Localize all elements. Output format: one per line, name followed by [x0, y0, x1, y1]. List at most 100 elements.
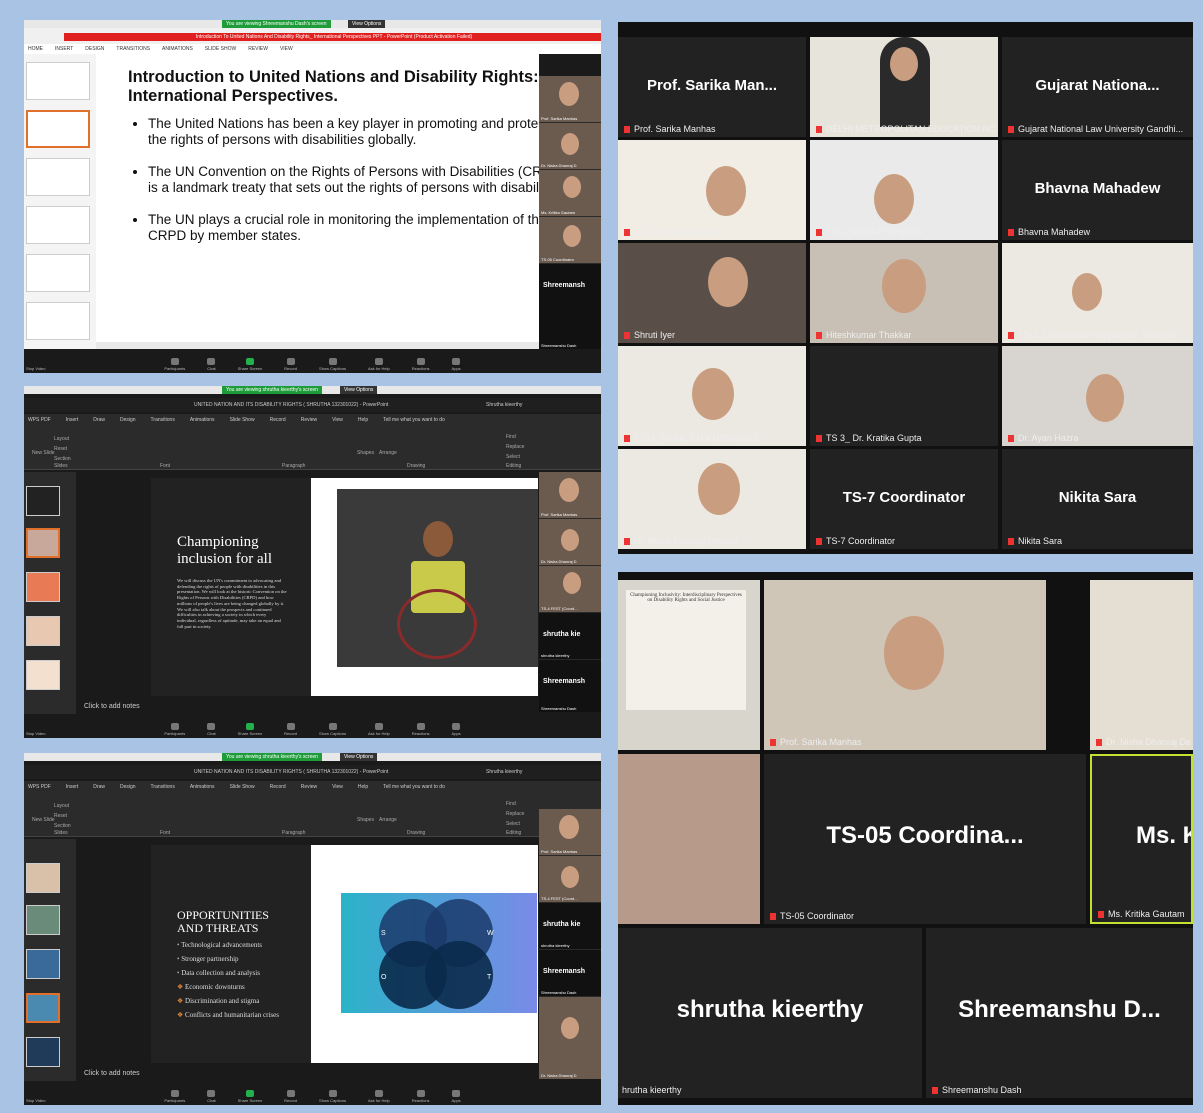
- tab-view[interactable]: VIEW: [280, 44, 293, 54]
- video-tile[interactable]: Shreemansh Shreemanshu Dash: [539, 264, 601, 349]
- tell-me-input[interactable]: Tell me what you want to do: [383, 417, 445, 423]
- tab-animations[interactable]: ANIMATIONS: [162, 44, 193, 54]
- tab-draw[interactable]: Draw: [93, 784, 105, 790]
- help-button[interactable]: Ask for Help: [368, 358, 390, 371]
- tell-me-input[interactable]: Tell me what you want to do: [383, 784, 445, 790]
- video-tile[interactable]: Prof. Sarika Man... Prof. Sarika Manhas: [618, 37, 806, 137]
- tab-insert[interactable]: Insert: [66, 417, 79, 423]
- video-tile[interactable]: Hiteshkumar Thakkar: [810, 243, 998, 343]
- slide-thumbnail[interactable]: [26, 302, 90, 340]
- video-tile[interactable]: Dr. Nisha Dhanraj Dewani: [618, 449, 806, 549]
- video-tile[interactable]: shrutha kie shrutha kieerthy: [539, 613, 601, 659]
- slide-thumbnail[interactable]: [26, 62, 90, 100]
- slide-thumbnail[interactable]: [26, 1037, 60, 1067]
- new-slide-button[interactable]: New Slide: [32, 817, 55, 823]
- tab-review[interactable]: Review: [301, 417, 317, 423]
- record-button[interactable]: Record: [284, 723, 297, 736]
- chat-button[interactable]: Chat: [207, 1090, 216, 1103]
- view-options-button[interactable]: View Options: [348, 20, 386, 28]
- tab-help[interactable]: Help: [358, 784, 368, 790]
- section-button[interactable]: Section: [54, 823, 71, 829]
- video-tile[interactable]: Shreemansh Shreemanshu Dash: [539, 660, 601, 712]
- stop-video-button[interactable]: Stop Video: [26, 731, 46, 736]
- video-tile[interactable]: TS-05 Coordinator: [539, 217, 601, 263]
- tab-design[interactable]: Design: [120, 784, 136, 790]
- tab-animations[interactable]: Animations: [190, 417, 215, 423]
- video-tile[interactable]: TS-7 Coordinator TS-7 Coordinator: [810, 449, 998, 549]
- video-tile[interactable]: Prof. Sarika Manhas: [764, 580, 1046, 750]
- chat-button[interactable]: Chat: [207, 723, 216, 736]
- video-tile[interactable]: Bhavna Mahadew Bhavna Mahadew: [1002, 140, 1193, 240]
- tab-review[interactable]: Review: [301, 784, 317, 790]
- video-tile[interactable]: Prof. Sarika Manhas: [539, 76, 601, 122]
- video-tile[interactable]: Nikita Sara Nikita Sara: [1002, 449, 1193, 549]
- video-tile[interactable]: TS 3_ Dr. Kratika Gupta: [810, 346, 998, 446]
- video-tile[interactable]: TS-4_Coordinator/Rapporteur_Saransh...: [1002, 243, 1193, 343]
- tab-review[interactable]: REVIEW: [248, 44, 268, 54]
- video-tile[interactable]: Dr. Ayan Hazra: [1002, 346, 1193, 446]
- participants-button[interactable]: Participants: [164, 358, 185, 371]
- tab-animations[interactable]: Animations: [190, 784, 215, 790]
- share-screen-button[interactable]: Share Screen: [238, 1090, 262, 1103]
- slide-thumbnail[interactable]: [26, 158, 90, 196]
- select-button[interactable]: Select: [506, 454, 520, 460]
- arrange-button[interactable]: Arrange: [379, 817, 397, 823]
- select-button[interactable]: Select: [506, 821, 520, 827]
- slide-thumbnail[interactable]: [26, 206, 90, 244]
- participants-button[interactable]: Participants: [164, 1090, 185, 1103]
- tab-draw[interactable]: Draw: [93, 417, 105, 423]
- slide-thumbnail[interactable]: [26, 486, 60, 516]
- tab-record[interactable]: Record: [270, 784, 286, 790]
- video-tile[interactable]: shrutha kie shrutha kieerthy: [539, 903, 601, 949]
- tab-insert[interactable]: INSERT: [55, 44, 73, 54]
- video-tile[interactable]: Championing Inclusivity: Interdisciplina…: [618, 580, 760, 750]
- tab-view[interactable]: View: [332, 784, 343, 790]
- participants-button[interactable]: Participants: [164, 723, 185, 736]
- video-tile[interactable]: Dr. Nisha Dhanraj D: [539, 997, 601, 1079]
- video-tile[interactable]: Shreemansh Shreemanshu Dash: [539, 950, 601, 996]
- record-button[interactable]: Record: [284, 358, 297, 371]
- slide-thumbnail[interactable]: [26, 863, 60, 893]
- tab-design[interactable]: DESIGN: [85, 44, 104, 54]
- new-slide-button[interactable]: New Slide: [32, 450, 55, 456]
- video-tile[interactable]: Shreemanshu D... Shreemanshu Dash: [926, 928, 1193, 1098]
- video-tile[interactable]: Shruti Iyer: [618, 243, 806, 343]
- view-options-button[interactable]: View Options: [340, 753, 378, 761]
- video-tile[interactable]: TS11_Mrittika Sengupta: [810, 140, 998, 240]
- tab-transitions[interactable]: Transitions: [151, 417, 175, 423]
- tab-transitions[interactable]: TRANSITIONS: [116, 44, 150, 54]
- slide-thumbnail[interactable]: [26, 528, 60, 558]
- tab-design[interactable]: Design: [120, 417, 136, 423]
- replace-button[interactable]: Replace: [506, 444, 524, 450]
- stop-video-button[interactable]: Stop Video: [26, 366, 46, 371]
- help-button[interactable]: Ask for Help: [368, 1090, 390, 1103]
- view-options-button[interactable]: View Options: [340, 386, 378, 394]
- video-tile[interactable]: TS-4 FEST (Coord...: [539, 856, 601, 902]
- video-tile[interactable]: Ms. Kritika Gautam: [539, 170, 601, 216]
- tab-record[interactable]: Record: [270, 417, 286, 423]
- notes-pane[interactable]: Click to add notes: [76, 1065, 538, 1079]
- arrange-button[interactable]: Arrange: [379, 450, 397, 456]
- slide-thumbnail[interactable]: [26, 254, 90, 292]
- captions-button[interactable]: Show Captions: [319, 1090, 346, 1103]
- find-button[interactable]: Find: [506, 434, 516, 440]
- video-tile[interactable]: Prof. Sarika Manhas: [539, 472, 601, 518]
- slide-thumbnail[interactable]: [26, 949, 60, 979]
- share-screen-button[interactable]: Share Screen: [238, 723, 262, 736]
- reactions-button[interactable]: Reactions: [412, 1090, 430, 1103]
- apps-button[interactable]: Apps: [452, 1090, 461, 1103]
- slide-thumbnail[interactable]: [26, 110, 90, 148]
- tab-slide-show[interactable]: Slide Show: [230, 784, 255, 790]
- video-tile[interactable]: Gujarat Nationa... Gujarat National Law U…: [1002, 37, 1193, 137]
- slide-thumbnail[interactable]: [26, 572, 60, 602]
- tab-transitions[interactable]: Transitions: [151, 784, 175, 790]
- replace-button[interactable]: Replace: [506, 811, 524, 817]
- apps-button[interactable]: Apps: [452, 723, 461, 736]
- tab-wps-pdf[interactable]: WPS PDF: [28, 417, 51, 423]
- tab-wps-pdf[interactable]: WPS PDF: [28, 784, 51, 790]
- video-tile[interactable]: TS-05 Coordina... TS-05 Coordinator: [764, 754, 1086, 924]
- tab-slide-show[interactable]: SLIDE SHOW: [205, 44, 236, 54]
- slide-thumbnail[interactable]: [26, 660, 60, 690]
- apps-button[interactable]: Apps: [452, 358, 461, 371]
- section-button[interactable]: Section: [54, 456, 71, 462]
